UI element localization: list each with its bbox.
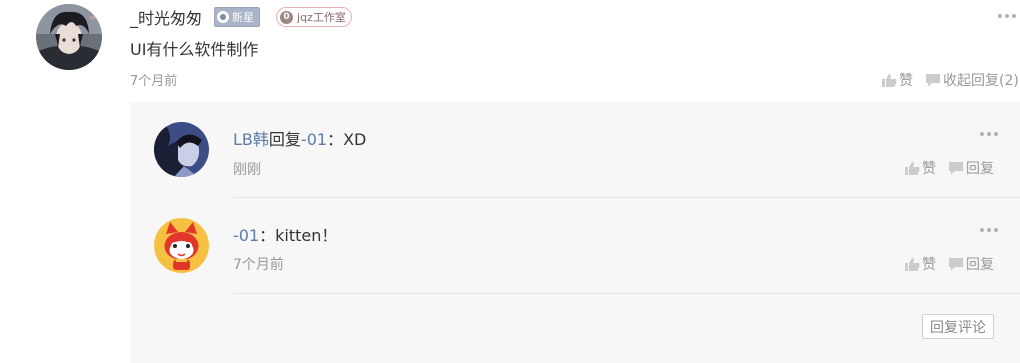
speech-bubble-icon (948, 257, 964, 271)
reply-comment-button[interactable]: 回复评论 (922, 314, 994, 339)
comment-header: _时光匆匆 新星 0 jqz工作室 (130, 6, 352, 28)
more-dots-icon[interactable] (980, 228, 998, 232)
more-dots-icon[interactable] (980, 132, 998, 136)
like-label: 赞 (922, 257, 936, 273)
speech-bubble-icon (925, 73, 941, 87)
author-avatar[interactable] (36, 4, 102, 70)
reply-target[interactable]: -01 (301, 130, 327, 149)
reply-button[interactable]: 回复 (948, 158, 994, 178)
reply-actions: 赞 回复 (904, 158, 994, 178)
reply-actions: 赞 回复 (904, 254, 994, 274)
like-button[interactable]: 赞 (904, 158, 936, 178)
studio-badge[interactable]: 0 jqz工作室 (276, 7, 352, 27)
thumbs-up-icon (904, 257, 920, 271)
reply-label: 回复 (966, 161, 994, 177)
comment-time: 7个月前 (130, 74, 178, 89)
reply-time: 7个月前 (233, 257, 284, 273)
divider (233, 293, 1020, 294)
studio-count: 0 (280, 10, 294, 24)
reply-label: 回复 (966, 257, 994, 273)
studio-label: jqz工作室 (297, 11, 346, 24)
reply-avatar[interactable] (154, 218, 209, 273)
reply-word: 回复 (268, 130, 301, 149)
thumbs-up-icon (904, 161, 920, 175)
reply-separator: ： (259, 226, 276, 245)
comment-text: UI有什么软件制作 (130, 40, 259, 59)
speech-bubble-icon (948, 161, 964, 175)
like-button[interactable]: 赞 (881, 70, 913, 90)
more-dots-icon[interactable] (998, 14, 1016, 18)
reply-user[interactable]: LB韩 (233, 130, 269, 149)
divider (233, 197, 1020, 198)
reply-text: kitten！ (275, 226, 338, 245)
like-label: 赞 (899, 73, 913, 89)
collapse-replies-button[interactable]: 收起回复(2) (925, 70, 1019, 90)
thumbs-up-icon (881, 73, 897, 87)
comment-actions: 赞 收起回复(2) (881, 70, 1019, 90)
like-button[interactable]: 赞 (904, 254, 936, 274)
reply-button[interactable]: 回复 (948, 254, 994, 274)
new-star-badge[interactable]: 新星 (214, 7, 261, 27)
reply-avatar[interactable] (154, 122, 209, 177)
star-badge-icon (217, 11, 230, 23)
reply-separator: ： (327, 130, 344, 149)
replies-panel: LB韩回复-01：XD 刚刚 赞 回复 -01：kitten！ 7个月前 赞 回… (130, 102, 1020, 363)
star-badge-label: 新星 (232, 11, 255, 24)
reply-target[interactable]: -01 (233, 226, 259, 245)
reply-time: 刚刚 (233, 162, 261, 178)
reply-content: -01：kitten！ (233, 222, 337, 246)
author-name[interactable]: _时光匆匆 (130, 5, 202, 29)
collapse-label: 收起回复(2) (943, 73, 1019, 89)
reply-content: LB韩回复-01：XD (233, 126, 366, 150)
like-label: 赞 (922, 161, 936, 177)
reply-text: XD (343, 130, 367, 149)
